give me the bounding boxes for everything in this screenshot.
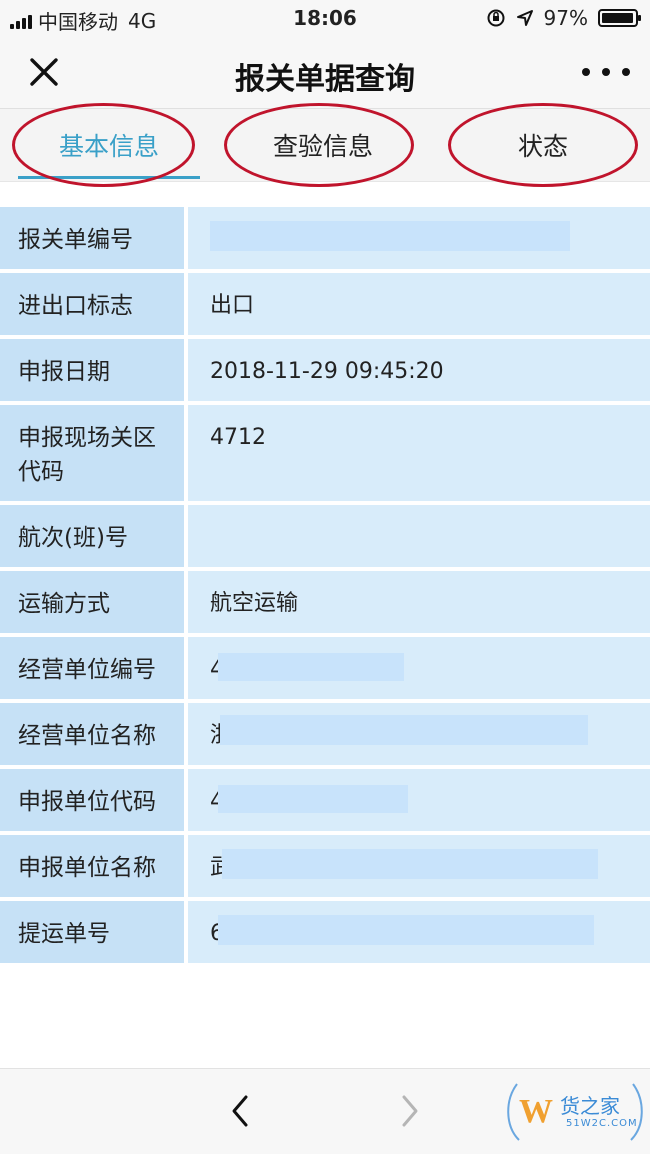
table-row: 运输方式 航空运输 bbox=[0, 567, 650, 633]
field-value bbox=[188, 505, 650, 567]
redaction-mask bbox=[210, 221, 570, 251]
field-value: 4 bbox=[188, 769, 650, 831]
chevron-right-icon bbox=[402, 1095, 418, 1127]
field-label: 申报日期 bbox=[0, 339, 188, 401]
field-value: 4 bbox=[188, 637, 650, 699]
more-dot-icon bbox=[582, 68, 590, 76]
watermark-subtext: 51W2C.COM bbox=[566, 1118, 638, 1129]
status-bar: 中国移动 4G 18:06 97% bbox=[0, 0, 650, 40]
redaction-mask bbox=[218, 785, 408, 813]
field-value: 浙 bbox=[188, 703, 650, 765]
field-label: 运输方式 bbox=[0, 571, 188, 633]
table-row: 经营单位编号 4 bbox=[0, 633, 650, 699]
field-value: 2018-11-29 09:45:20 bbox=[188, 339, 650, 401]
tab-bar: 基本信息 查验信息 状态 bbox=[0, 109, 650, 182]
battery-percent: 97% bbox=[543, 6, 588, 30]
table-row: 提运单号 6 bbox=[0, 897, 650, 963]
navigation-bar: 报关单据查询 bbox=[0, 40, 650, 109]
more-options-button[interactable] bbox=[582, 60, 630, 84]
back-button[interactable] bbox=[222, 1091, 258, 1131]
table-row: 报关单编号 4 bbox=[0, 207, 650, 269]
table-row: 经营单位名称 浙 bbox=[0, 699, 650, 765]
table-row: 申报单位名称 武 bbox=[0, 831, 650, 897]
more-dot-icon bbox=[622, 68, 630, 76]
field-label: 申报单位名称 bbox=[0, 835, 188, 897]
redaction-mask bbox=[218, 653, 404, 681]
close-icon bbox=[30, 58, 58, 86]
field-label: 申报现场关区代码 bbox=[0, 405, 188, 501]
field-value: 4712 bbox=[188, 405, 650, 501]
battery-icon bbox=[598, 9, 641, 27]
field-label: 报关单编号 bbox=[0, 207, 188, 269]
field-label: 进出口标志 bbox=[0, 273, 188, 335]
field-value: 6 bbox=[188, 901, 650, 963]
battery-level bbox=[602, 13, 633, 23]
rotation-lock-icon bbox=[487, 9, 505, 27]
field-value: 4 bbox=[188, 207, 650, 269]
tab-label: 基本信息 bbox=[58, 132, 159, 161]
field-label: 申报单位代码 bbox=[0, 769, 188, 831]
field-label: 经营单位编号 bbox=[0, 637, 188, 699]
svg-text:W: W bbox=[519, 1093, 553, 1130]
active-tab-indicator bbox=[18, 176, 200, 179]
tab-basic-info[interactable]: 基本信息 bbox=[18, 109, 200, 181]
field-value: 出口 bbox=[188, 273, 650, 335]
chevron-left-icon bbox=[232, 1095, 248, 1127]
redaction-mask bbox=[218, 915, 594, 945]
field-value: 武 bbox=[188, 835, 650, 897]
watermark-text: 货之家 bbox=[560, 1094, 620, 1118]
declaration-info-table: 报关单编号 4 进出口标志 出口 申报日期 2018-11-29 09:45:2… bbox=[0, 207, 650, 963]
table-row: 航次(班)号 bbox=[0, 501, 650, 567]
close-button[interactable] bbox=[26, 54, 62, 90]
tab-label: 状态 bbox=[517, 132, 568, 161]
table-row: 申报单位代码 4 bbox=[0, 765, 650, 831]
table-row: 申报日期 2018-11-29 09:45:20 bbox=[0, 335, 650, 401]
field-label: 提运单号 bbox=[0, 901, 188, 963]
forward-button[interactable] bbox=[392, 1091, 428, 1131]
status-bar-right: 97% bbox=[486, 6, 641, 30]
table-row: 进出口标志 出口 bbox=[0, 269, 650, 335]
tab-label: 查验信息 bbox=[272, 132, 373, 161]
redaction-mask bbox=[222, 849, 598, 879]
field-label: 航次(班)号 bbox=[0, 505, 188, 567]
more-dot-icon bbox=[602, 68, 610, 76]
table-row: 申报现场关区代码 4712 bbox=[0, 401, 650, 501]
redaction-mask bbox=[220, 715, 588, 745]
location-icon bbox=[516, 10, 533, 26]
tab-status[interactable]: 状态 bbox=[450, 109, 636, 181]
field-label: 经营单位名称 bbox=[0, 703, 188, 765]
tab-inspection-info[interactable]: 查验信息 bbox=[230, 109, 416, 181]
page-title: 报关单据查询 bbox=[235, 62, 415, 97]
field-value: 航空运输 bbox=[188, 571, 650, 633]
